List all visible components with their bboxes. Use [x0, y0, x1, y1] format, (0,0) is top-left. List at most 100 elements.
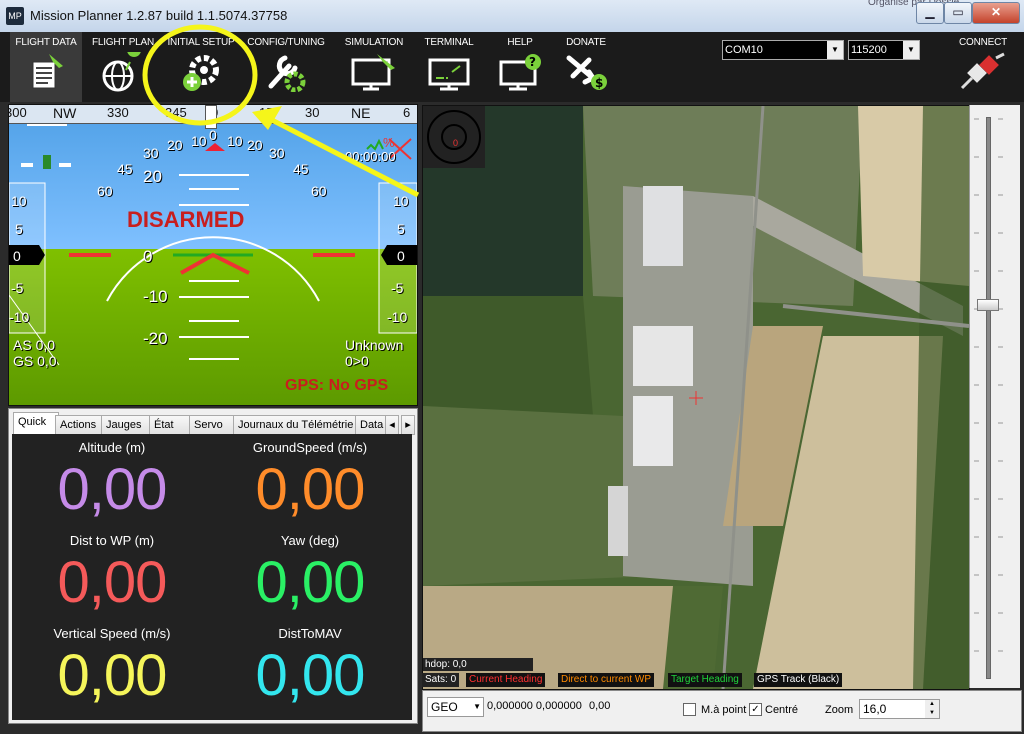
- zoom-label: Zoom: [825, 704, 854, 716]
- legend-target-heading: Target Heading: [668, 673, 742, 687]
- pitch-label: 0: [143, 247, 153, 266]
- toolbar-label: FLIGHT DATA: [15, 37, 77, 48]
- tab-actions[interactable]: Actions: [55, 415, 105, 435]
- arm-status: DISARMED: [127, 207, 245, 232]
- airspeed-value: 0: [13, 248, 21, 264]
- toolbar-help[interactable]: HELP ?: [490, 32, 550, 102]
- compass-rose-icon: [427, 110, 481, 164]
- baud-rate-value: 115200: [851, 44, 887, 56]
- pitch-label: -10: [143, 287, 168, 306]
- waypoint-distance: 0>0: [345, 353, 369, 369]
- altitude-readout: 0,00: [589, 700, 611, 712]
- map-imagery: [423, 106, 969, 689]
- gps-status: GPS: No GPS: [285, 377, 389, 394]
- zoom-slider-thumb[interactable]: [977, 299, 999, 311]
- altitude-tape-label: -10: [387, 309, 408, 325]
- toolbar-terminal[interactable]: TERMINAL: [414, 32, 484, 102]
- quick-value: 0,00: [57, 457, 168, 522]
- quick-label: Dist to WP (m): [69, 533, 155, 548]
- toolbar-simulation[interactable]: SIMULATION: [338, 32, 410, 102]
- map-footer: GEO ▼ 0,000000 0,000000 0,00 M.à point ✓…: [422, 690, 1022, 732]
- toolbar-label: DONATE: [566, 37, 606, 48]
- toolbar-label: HELP: [507, 37, 533, 48]
- maximize-button[interactable]: ▭: [944, 2, 972, 24]
- airspeed-tape-label: 5: [15, 221, 23, 237]
- hdop-readout: hdop: 0,0: [423, 658, 533, 671]
- port-select[interactable]: COM10 ▼: [722, 40, 844, 60]
- zoom-up-icon[interactable]: ▲: [925, 700, 939, 709]
- main-toolbar: FLIGHT DATA FLIGHT PLAN INITIAL SETUP CO…: [0, 32, 1024, 102]
- roll-scale-label: 10: [191, 133, 207, 149]
- pitch-label: 20: [143, 167, 162, 186]
- tab-servo[interactable]: Servo: [189, 415, 237, 435]
- help-icon: ?: [499, 54, 541, 91]
- window-title-bar[interactable]: MP Mission Planner 1.2.87 build 1.1.5074…: [0, 0, 1024, 33]
- minimize-button[interactable]: ▁: [916, 2, 944, 24]
- toolbar-donate[interactable]: DONATE $: [556, 32, 616, 102]
- heading-indicator-value: 0: [453, 138, 459, 148]
- quick-label: Vertical Speed (m/s): [53, 626, 171, 641]
- roll-scale-label: 60: [97, 183, 113, 199]
- roll-scale-label: 45: [117, 161, 133, 177]
- donate-icon: $: [566, 55, 607, 90]
- airspeed-tape-label: 10: [11, 193, 27, 209]
- pitch-label: -20: [143, 329, 168, 348]
- tab-strip: Quick Actions Jauges État Servo Journaux…: [9, 412, 417, 435]
- toolbar-flight-plan[interactable]: FLIGHT PLAN: [86, 32, 160, 102]
- toolbar-config-tuning[interactable]: CONFIG/TUNING: [244, 32, 328, 102]
- baud-rate-select[interactable]: 115200 ▼: [848, 40, 920, 60]
- legend-gps-track: GPS Track (Black): [754, 673, 843, 687]
- quick-item-altitude: Altitude (m) 0,00: [12, 434, 212, 525]
- mark-point-checkbox[interactable]: [683, 703, 696, 716]
- airspeed-readout: AS 0,0: [13, 337, 56, 353]
- flight-data-icon: [32, 54, 63, 89]
- connect-plug-icon: [960, 52, 1005, 90]
- roll-scale-label: 30: [269, 145, 285, 161]
- connect-label: CONNECT: [958, 37, 1008, 48]
- dropdown-arrow-icon[interactable]: ▼: [827, 41, 843, 59]
- zoom-down-icon[interactable]: ▼: [925, 709, 939, 718]
- centre-label: Centré: [765, 704, 799, 716]
- app-logo-icon: MP: [6, 7, 24, 25]
- quick-item-groundspeed: GroundSpeed (m/s) 0,00: [210, 434, 410, 525]
- quick-label: DistToMAV: [278, 626, 342, 641]
- tab-quick[interactable]: Quick: [13, 412, 59, 435]
- dropdown-arrow-icon[interactable]: ▼: [473, 698, 481, 716]
- quick-item-dist-to-mav: DistToMAV 0,00: [210, 620, 410, 711]
- centre-checkbox[interactable]: ✓: [749, 703, 762, 716]
- airspeed-tape-label: -10: [9, 309, 30, 325]
- zoom-stepper[interactable]: 16,0 ▲ ▼: [859, 699, 940, 719]
- svg-text:?: ?: [529, 55, 536, 69]
- connect-button[interactable]: CONNECT: [948, 32, 1018, 102]
- satellite-map[interactable]: 0 hdop: 0,0: [422, 105, 970, 690]
- quick-value: 0,00: [255, 550, 366, 615]
- close-button[interactable]: ✕: [972, 2, 1020, 24]
- quick-item-yaw: Yaw (deg) 0,00: [210, 527, 410, 618]
- tab-scroll-right-icon[interactable]: ▸: [401, 415, 415, 435]
- flight-plan-icon: [102, 52, 141, 92]
- toolbar-label: TERMINAL: [424, 37, 474, 48]
- hud-display[interactable]: 300 NW 330 345 0 15 30 NE 6: [8, 104, 418, 406]
- quick-value: 0,00: [255, 457, 366, 522]
- zoom-slider[interactable]: [969, 105, 1020, 688]
- toolbar-flight-data[interactable]: FLIGHT DATA: [10, 32, 82, 102]
- flight-data-tabs: Quick Actions Jauges État Servo Journaux…: [8, 408, 418, 724]
- roll-scale-label: 0: [209, 127, 217, 143]
- svg-text:$: $: [595, 76, 603, 90]
- tab-scroll-left-icon[interactable]: ◂: [385, 415, 399, 435]
- mark-point-label: M.à point: [701, 704, 747, 716]
- sats-readout: Sats: 0: [422, 673, 460, 687]
- groundspeed-readout: GS 0,0: [13, 353, 57, 369]
- dropdown-arrow-icon[interactable]: ▼: [903, 41, 919, 59]
- quick-item-vertical-speed: Vertical Speed (m/s) 0,00: [12, 620, 212, 711]
- toolbar-initial-setup[interactable]: INITIAL SETUP: [162, 32, 240, 102]
- tab-telemetry-logs[interactable]: Journaux du Télémétrie: [233, 415, 361, 435]
- port-value: COM10: [725, 44, 763, 56]
- flight-mode: Unknown: [345, 337, 404, 353]
- legend-current-heading: Current Heading: [466, 673, 546, 687]
- roll-scale-label: 20: [167, 137, 183, 153]
- coord-system-select[interactable]: GEO ▼: [427, 697, 484, 717]
- zoom-ticks: [974, 118, 1003, 652]
- tab-etat[interactable]: État: [149, 415, 193, 435]
- tab-jauges[interactable]: Jauges: [101, 415, 155, 435]
